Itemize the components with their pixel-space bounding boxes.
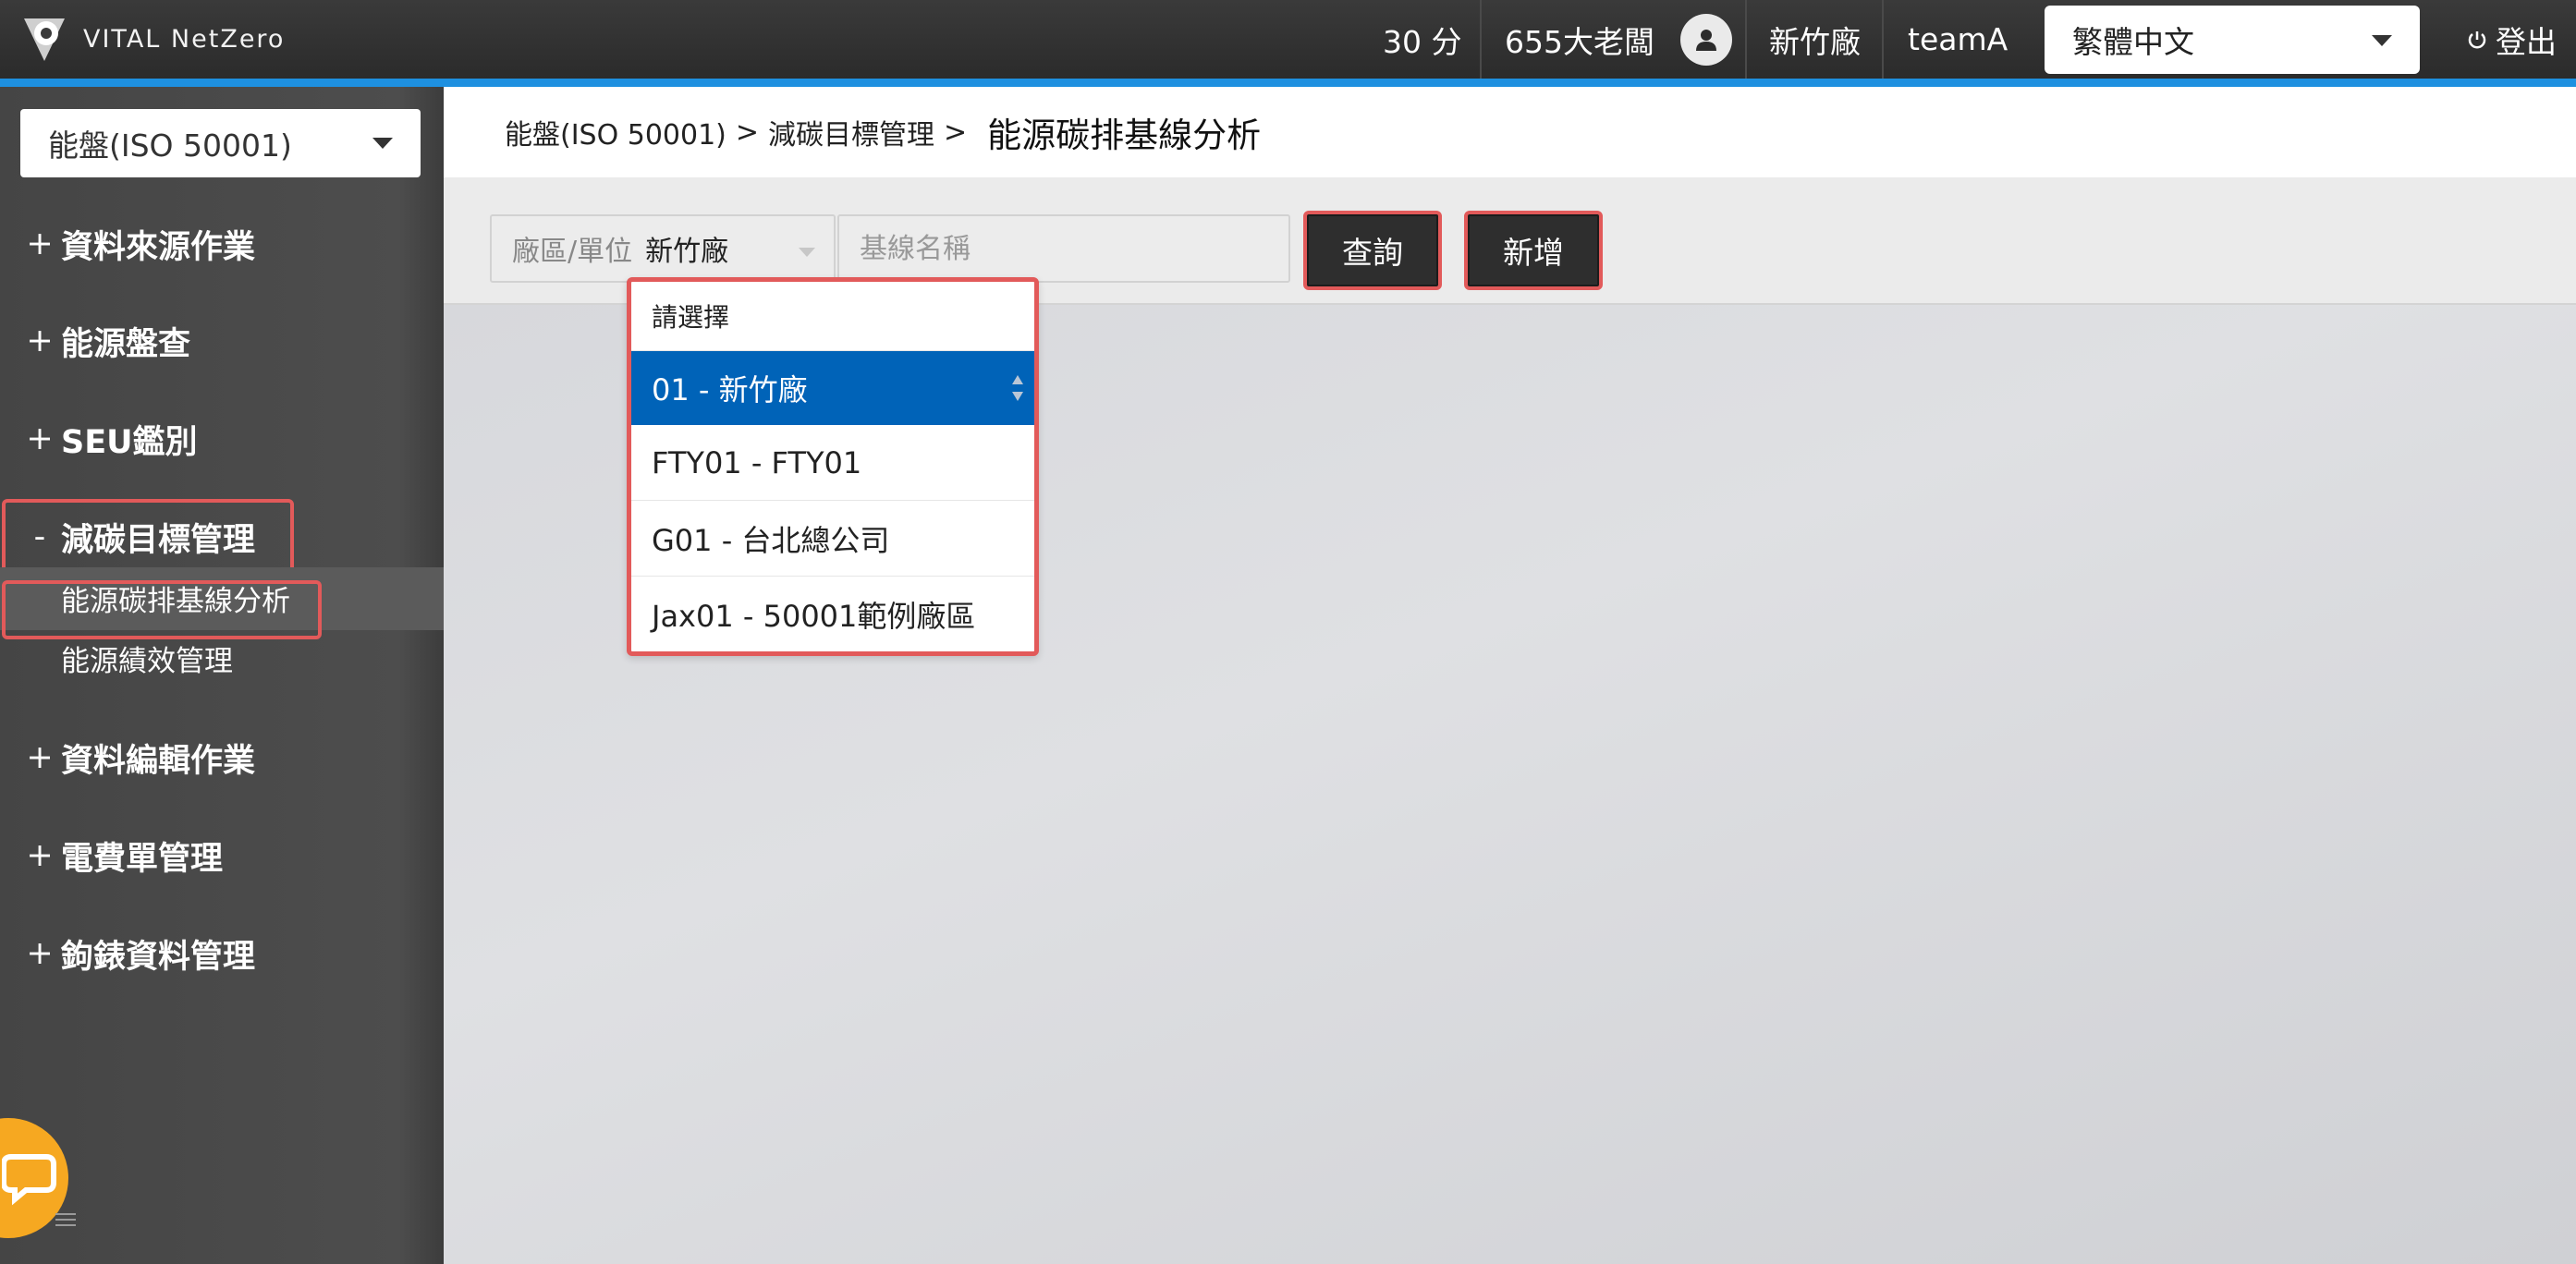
sidebar-item-data-source[interactable]: + 資料來源作業 <box>0 216 255 272</box>
breadcrumb-item[interactable]: 減碳目標管理 <box>768 112 934 152</box>
breadcrumb-separator: > <box>944 115 968 149</box>
sidebar-item-clamp-meter[interactable]: + 鉤錶資料管理 <box>0 926 255 981</box>
breadcrumb: 能盤(ISO 50001) > 減碳目標管理 > 能源碳排基線分析 <box>505 87 1261 177</box>
sidebar-item-label: 電費單管理 <box>61 840 224 878</box>
logout-label: 登出 <box>2496 23 2557 60</box>
expand-icon: + <box>26 935 54 972</box>
expand-icon: + <box>26 420 54 457</box>
dropdown-option-placeholder[interactable]: 請選擇 <box>631 282 1034 351</box>
expand-icon: + <box>26 322 54 359</box>
factory-filter-select[interactable]: 廠區/單位 新竹廠 <box>490 214 836 283</box>
sidebar-item-baseline-analysis[interactable]: 能源碳排基線分析 <box>0 575 290 621</box>
logout-button[interactable]: 登出 <box>2466 0 2557 79</box>
expand-icon: + <box>26 837 54 874</box>
chevron-down-icon <box>2372 35 2392 46</box>
power-icon <box>2468 30 2486 48</box>
sidebar-item-electricity-bill[interactable]: + 電費單管理 <box>0 828 223 883</box>
sidebar-item-label: 減碳目標管理 <box>61 521 256 559</box>
logo-text: VITAL NetZero <box>83 24 286 54</box>
menu-lines-icon <box>55 1213 76 1226</box>
module-select[interactable]: 能盤(ISO 50001) <box>20 109 421 177</box>
avatar[interactable] <box>1680 13 1732 66</box>
sidebar-item-label: 鉤錶資料管理 <box>61 938 256 976</box>
query-button[interactable]: 查詢 <box>1303 211 1442 290</box>
user-menu[interactable]: 655大老闆 <box>1505 0 1732 79</box>
points-display: 30 分 <box>1383 23 1462 60</box>
language-select[interactable]: 繁體中文 <box>2045 6 2420 74</box>
sidebar-item-label: 資料來源作業 <box>61 228 256 266</box>
updown-arrow-icon <box>1012 375 1023 401</box>
dropdown-option[interactable]: FTY01 - FTY01 <box>631 425 1034 501</box>
sidebar-item-performance[interactable]: 能源績效管理 <box>0 635 233 681</box>
filter-value: 新竹廠 <box>645 236 729 268</box>
sidebar-item-carbon-target[interactable]: - 減碳目標管理 <box>0 509 255 565</box>
page-header: 能盤(ISO 50001) > 減碳目標管理 > 能源碳排基線分析 <box>444 87 2576 177</box>
chevron-down-icon <box>372 138 393 149</box>
sidebar: 能盤(ISO 50001) + 資料來源作業 + 能源盤查 + SEU鑑別 - … <box>0 87 444 1264</box>
collapse-icon: - <box>33 518 46 555</box>
dropdown-option[interactable]: Jax01 - 50001範例廠區 <box>631 577 1034 651</box>
module-select-value: 能盤(ISO 50001) <box>48 128 292 164</box>
divider <box>1745 0 1747 79</box>
chat-icon <box>2 1154 56 1206</box>
sidebar-item-data-edit[interactable]: + 資料編輯作業 <box>0 730 255 785</box>
sidebar-item-seu[interactable]: + SEU鑑別 <box>0 411 198 467</box>
dropdown-option[interactable]: 01 - 新竹廠 <box>631 351 1034 425</box>
user-icon <box>1696 29 1716 51</box>
divider <box>1882 0 1884 79</box>
page-title: 能源碳排基線分析 <box>987 115 1262 155</box>
logo-icon <box>24 18 65 61</box>
language-value: 繁體中文 <box>2072 24 2194 60</box>
factory-dropdown-list[interactable]: 請選擇 01 - 新竹廠 FTY01 - FTY01 G01 - 台北總公司 J… <box>627 277 1039 656</box>
team-indicator[interactable]: teamA <box>1908 0 2008 79</box>
top-bar: VITAL NetZero 30 分 655大老闆 新竹廠 teamA 繁體中文… <box>0 0 2576 79</box>
filter-label: 廠區/單位 <box>512 236 633 268</box>
expand-icon: + <box>26 225 54 262</box>
sidebar-item-label: SEU鑑別 <box>61 423 198 461</box>
sidebar-item-label: 能源盤查 <box>61 325 191 363</box>
sidebar-item-energy-inventory[interactable]: + 能源盤查 <box>0 313 190 369</box>
sidebar-item-label: 資料編輯作業 <box>61 742 256 780</box>
divider <box>1480 0 1482 79</box>
breadcrumb-separator: > <box>735 115 760 149</box>
accent-stripe <box>0 79 2576 87</box>
expand-icon: + <box>26 739 54 776</box>
factory-indicator[interactable]: 新竹廠 <box>1769 0 1861 79</box>
app-logo[interactable]: VITAL NetZero <box>18 11 285 67</box>
dropdown-option[interactable]: G01 - 台北總公司 <box>631 501 1034 577</box>
breadcrumb-item[interactable]: 能盤(ISO 50001) <box>505 112 726 152</box>
dropdown-option-label: 01 - 新竹廠 <box>652 372 808 407</box>
chevron-down-icon <box>799 248 815 257</box>
baseline-name-input[interactable] <box>837 214 1290 283</box>
add-button[interactable]: 新增 <box>1464 211 1603 290</box>
user-name: 655大老闆 <box>1505 23 1654 60</box>
